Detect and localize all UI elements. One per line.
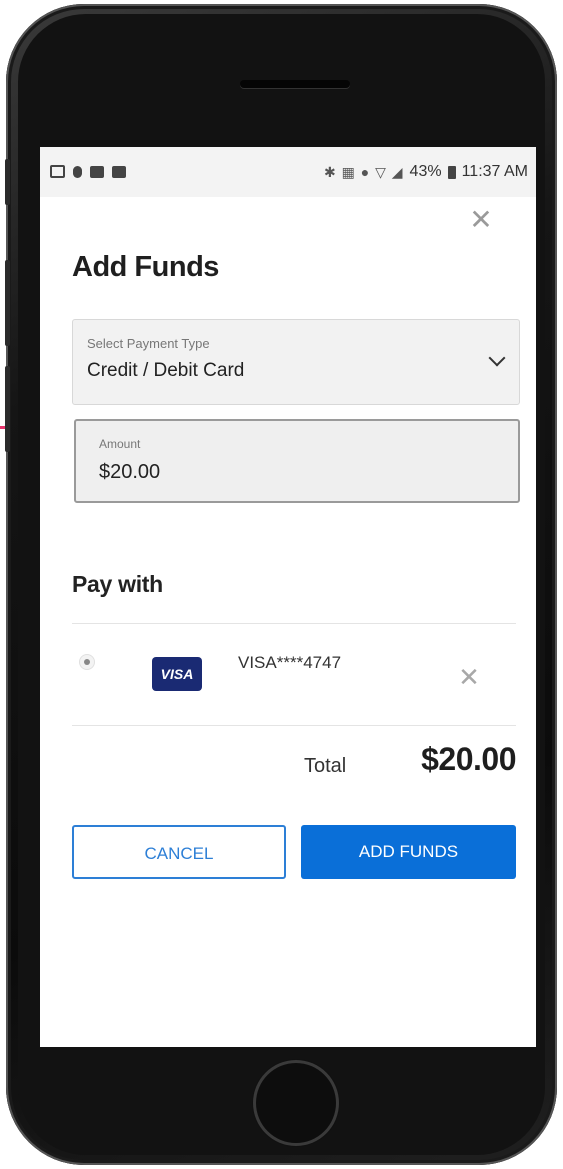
- payment-type-value: Credit / Debit Card: [87, 360, 245, 381]
- remove-card-icon[interactable]: ✕: [454, 662, 484, 692]
- card-number: VISA****4747: [238, 653, 342, 672]
- battery-icon: [447, 165, 456, 179]
- card-radio[interactable]: [80, 655, 94, 669]
- volume-up-button: [5, 260, 10, 346]
- payment-type-select[interactable]: Select Payment Type Credit / Debit Card: [72, 319, 520, 405]
- status-glyphs: ✱ ▦ ● ▽ ◢: [324, 163, 404, 180]
- divider: [72, 725, 516, 726]
- pay-with-heading: Pay with: [72, 571, 163, 597]
- volume-down-button: [5, 366, 10, 452]
- status-bar: ✱ ▦ ● ▽ ◢ 43% 11:37 AM: [40, 147, 536, 197]
- total-label: Total: [304, 755, 347, 777]
- gallery-icon: [90, 165, 104, 178]
- amount-value: $20.00: [99, 461, 161, 483]
- add-funds-button[interactable]: ADD FUNDS: [301, 825, 516, 879]
- payment-type-label: Select Payment Type: [87, 336, 210, 351]
- gallery-icon: [112, 165, 126, 178]
- lock-icon: [73, 165, 82, 178]
- visa-icon: VISA: [152, 657, 202, 691]
- system-status: ✱ ▦ ● ▽ ◢ 43% 11:37 AM: [324, 163, 528, 181]
- earpiece-speaker: [240, 80, 350, 88]
- cancel-button[interactable]: CANCEL: [72, 825, 286, 879]
- battery-percent: 43%: [409, 163, 442, 180]
- amount-field[interactable]: Amount $20.00: [74, 419, 520, 503]
- mute-switch: [5, 159, 10, 205]
- app-screen: ✱ ▦ ● ▽ ◢ 43% 11:37 AM ✕ Add Funds Selec…: [40, 147, 536, 1047]
- chevron-down-icon: [488, 349, 506, 367]
- phone-frame: ✱ ▦ ● ▽ ◢ 43% 11:37 AM ✕ Add Funds Selec…: [5, 4, 557, 1165]
- mail-icon: [50, 165, 65, 178]
- amount-label: Amount: [99, 437, 141, 451]
- close-icon[interactable]: ✕: [466, 205, 496, 235]
- clock: 11:37 AM: [461, 163, 528, 180]
- divider: [72, 623, 516, 624]
- notification-icons: [50, 165, 126, 178]
- home-button[interactable]: [256, 1063, 336, 1143]
- page-title: Add Funds: [72, 251, 219, 283]
- total-value: $20.00: [421, 741, 516, 777]
